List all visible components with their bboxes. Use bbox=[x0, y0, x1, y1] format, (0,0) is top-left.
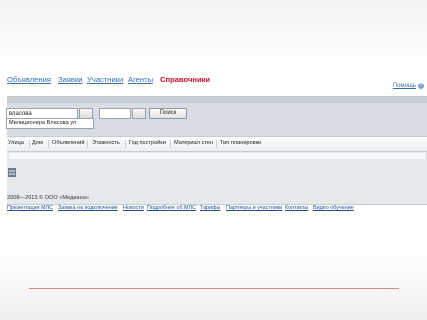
house-input[interactable] bbox=[99, 108, 131, 119]
footer-link-presentation[interactable]: Презентация МЛС bbox=[7, 205, 53, 211]
footer-link-tariffs[interactable]: Тарифы bbox=[200, 205, 220, 211]
top-navigation: Объявления Заявки Участники Агенты Справ… bbox=[7, 75, 427, 89]
nav-agents[interactable]: Агенты bbox=[128, 75, 153, 84]
column-floors[interactable]: Этажность bbox=[92, 140, 120, 146]
help-link[interactable]: Помощь bbox=[393, 83, 416, 89]
column-street[interactable]: Улица bbox=[8, 140, 24, 146]
column-house[interactable]: Дом bbox=[32, 140, 43, 146]
footer-link-contacts[interactable]: Контакты bbox=[285, 205, 308, 211]
column-separator bbox=[170, 140, 171, 148]
column-separator bbox=[29, 140, 30, 148]
nav-directories[interactable]: Справочники bbox=[160, 75, 210, 84]
help-icon[interactable]: ? bbox=[418, 83, 424, 89]
footer-link-about[interactable]: Подробнее об МЛС bbox=[147, 205, 196, 211]
column-separator bbox=[48, 140, 49, 148]
footer-link-connect-request[interactable]: Заявка на подключение bbox=[58, 205, 118, 211]
column-separator bbox=[216, 140, 217, 148]
results-empty-row bbox=[9, 153, 425, 159]
house-dropdown-button[interactable] bbox=[132, 108, 146, 119]
street-suggestion-item[interactable]: Милиционера Власова ул bbox=[6, 118, 94, 129]
footer-link-partners[interactable]: Партнеры и участники bbox=[226, 205, 282, 211]
slide-divider-line bbox=[29, 288, 399, 289]
nav-requests[interactable]: Заявки bbox=[58, 75, 83, 84]
footer-link-video[interactable]: Видео обучение bbox=[313, 205, 354, 211]
column-separator bbox=[125, 140, 126, 148]
footer-link-news[interactable]: Новости bbox=[123, 205, 144, 211]
table-settings-icon[interactable] bbox=[8, 168, 16, 177]
column-separator bbox=[87, 140, 88, 148]
app-window: Объявления Заявки Участники Агенты Справ… bbox=[6, 70, 427, 220]
nav-ads[interactable]: Объявления bbox=[7, 75, 51, 84]
copyright-text: 2008—2013 © ООО «Медиана» bbox=[7, 195, 89, 201]
slide-background: Объявления Заявки Участники Агенты Справ… bbox=[0, 0, 427, 320]
search-button[interactable]: Поиск bbox=[149, 108, 187, 119]
results-column-header: Улица Дом Объявлений Этажность Год постр… bbox=[7, 136, 427, 152]
column-layout-type[interactable]: Тип планировки bbox=[220, 140, 261, 146]
nav-members[interactable]: Участники bbox=[87, 75, 123, 84]
column-wall-material[interactable]: Материал стен bbox=[174, 140, 213, 146]
panel-header-strip bbox=[7, 97, 427, 103]
column-ads[interactable]: Объявлений bbox=[52, 140, 84, 146]
column-build-year[interactable]: Год постройки bbox=[129, 140, 166, 146]
